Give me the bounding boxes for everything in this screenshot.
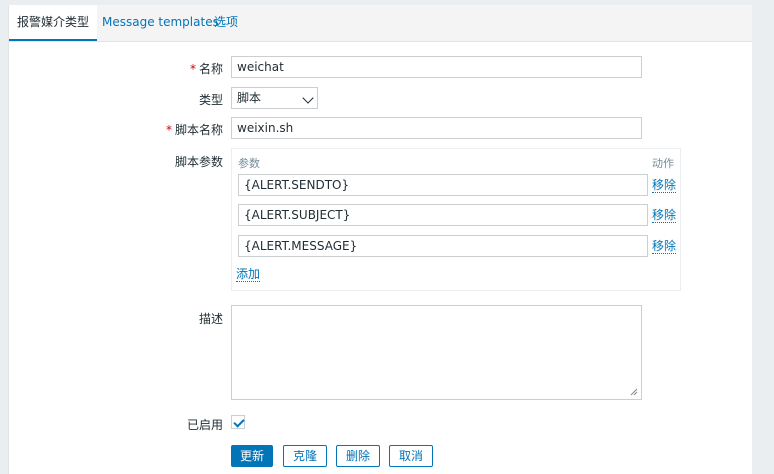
type-select-value: 脚本: [237, 91, 262, 105]
script-params-label: 脚本参数: [174, 155, 223, 169]
name-label: * 名称: [189, 62, 223, 76]
resize-grip-icon[interactable]: [630, 388, 638, 396]
description-textarea[interactable]: [231, 305, 642, 400]
tab-bar: 报警媒介类型 Message templates 选项: [9, 5, 752, 42]
type-select[interactable]: 脚本: [231, 87, 318, 109]
required-mark: *: [189, 62, 196, 76]
script-name-input[interactable]: weixin.sh: [231, 117, 642, 139]
required-mark: *: [165, 123, 172, 137]
tab-message-templates[interactable]: Message templates: [102, 5, 219, 39]
params-column-header: 参数: [238, 157, 260, 170]
script-param-input[interactable]: {ALERT.SENDTO}: [238, 174, 648, 196]
delete-button[interactable]: 删除: [336, 445, 380, 467]
description-label: 描述: [198, 312, 223, 326]
media-type-form-panel: 报警媒介类型 Message templates 选项 * 名称 weichat …: [8, 5, 752, 474]
script-name-label: * 脚本名称: [165, 123, 223, 137]
chevron-down-icon: [302, 92, 314, 104]
tab-options[interactable]: 选项: [214, 5, 238, 39]
name-input[interactable]: weichat: [231, 56, 642, 78]
script-param-input[interactable]: {ALERT.MESSAGE}: [238, 235, 648, 257]
enabled-label: 已启用: [186, 418, 223, 432]
enabled-checkbox[interactable]: [231, 415, 245, 429]
clone-button[interactable]: 克隆: [283, 445, 327, 467]
checkmark-icon: [233, 416, 245, 428]
remove-param-link[interactable]: 移除: [652, 239, 677, 254]
tab-media-type[interactable]: 报警媒介类型: [9, 5, 98, 41]
update-button[interactable]: 更新: [231, 445, 273, 467]
cancel-button[interactable]: 取消: [389, 445, 433, 467]
add-param-link[interactable]: 添加: [236, 267, 261, 282]
type-label: 类型: [198, 93, 223, 107]
action-column-header: 动作: [652, 157, 674, 170]
script-param-input[interactable]: {ALERT.SUBJECT}: [238, 204, 648, 226]
remove-param-link[interactable]: 移除: [652, 208, 677, 223]
remove-param-link[interactable]: 移除: [652, 178, 677, 193]
